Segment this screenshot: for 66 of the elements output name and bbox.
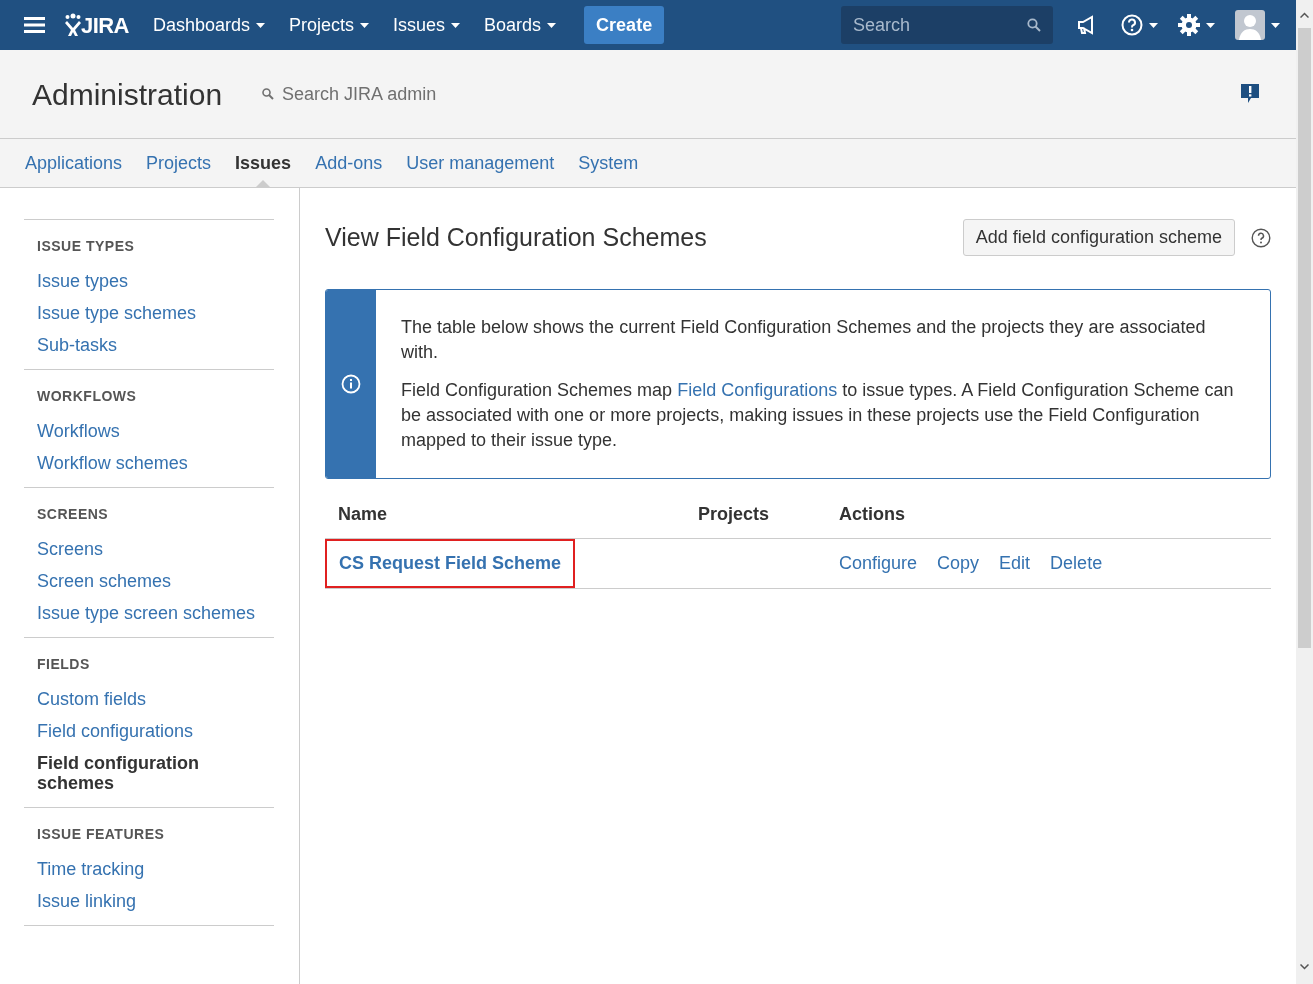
sidebar-heading: ISSUE TYPES <box>36 237 136 256</box>
sidebar-item[interactable]: Screens <box>24 533 274 565</box>
admin-tab[interactable]: Projects <box>134 139 224 187</box>
search-input[interactable]: Search <box>853 11 1027 39</box>
sidebar-item[interactable]: Sub-tasks <box>24 329 274 361</box>
field-configurations-link[interactable]: Field Configurations <box>677 379 838 400</box>
column-header: Name <box>338 503 388 524</box>
settings-icon[interactable] <box>1178 14 1200 36</box>
admin-tab[interactable]: Issues <box>223 139 304 187</box>
menu-icon[interactable] <box>24 17 45 33</box>
page-heading: Administration <box>32 76 223 113</box>
admin-tab[interactable]: Applications <box>13 139 135 187</box>
info-text: Field Configuration Schemes map Field Configurations to issue types. A Field Configuration Scheme can be associated with one or more projects, making issues in these projects use the Field Configuration mapped to their issue type. <box>401 378 1235 452</box>
admin-tab[interactable]: System <box>566 139 651 187</box>
admin-tab[interactable]: Add-ons <box>303 139 395 187</box>
feedback-icon[interactable] <box>1240 83 1260 105</box>
sidebar-item[interactable]: Field configurations <box>24 715 274 747</box>
admin-search-field[interactable]: Search JIRA admin <box>282 80 523 108</box>
help-icon[interactable] <box>1251 227 1271 248</box>
scrollbar-thumb[interactable] <box>1298 28 1311 648</box>
nav-menu[interactable]: Boards <box>472 0 569 50</box>
sidebar-item[interactable]: Issue type screen schemes <box>24 597 274 629</box>
search-icon <box>1027 18 1041 32</box>
nav-menu[interactable]: Dashboards <box>140 0 277 50</box>
sidebar-item[interactable]: Workflows <box>24 415 274 447</box>
search-icon <box>262 88 275 100</box>
info-text: The table below shows the current Field Configuration Schemes and the projects they are associated with. <box>401 315 1207 364</box>
logo-text[interactable]: JIRA <box>81 8 129 42</box>
sidebar-item[interactable]: Issue linking <box>24 885 274 917</box>
nav-menu[interactable]: Issues <box>381 0 473 50</box>
caret-icon <box>360 22 370 28</box>
sidebar-item[interactable]: Workflow schemes <box>24 447 274 479</box>
action-link[interactable]: Delete <box>1050 549 1103 577</box>
sidebar-heading: FIELDS <box>36 655 91 674</box>
info-icon <box>341 373 361 394</box>
caret-icon <box>1206 22 1215 28</box>
scroll-up-icon[interactable] <box>1300 12 1309 18</box>
logo-icon <box>65 13 81 37</box>
sidebar-item[interactable]: Issue types <box>24 265 274 297</box>
scheme-name-link[interactable]: CS Request Field Scheme <box>325 538 576 588</box>
caret-icon <box>451 22 461 28</box>
action-link[interactable]: Configure <box>839 549 918 577</box>
column-header: Actions <box>839 503 905 524</box>
sidebar-heading: WORKFLOWS <box>36 387 138 406</box>
action-link[interactable]: Copy <box>937 549 980 577</box>
sidebar-heading: SCREENS <box>36 505 110 524</box>
scrollbar[interactable] <box>1296 0 1313 984</box>
sidebar-item[interactable]: Time tracking <box>24 853 274 885</box>
caret-icon <box>1149 22 1158 28</box>
action-link[interactable]: Edit <box>999 549 1031 577</box>
caret-icon <box>256 22 265 28</box>
sidebar-item[interactable]: Field configuration schemes <box>24 747 274 799</box>
add-scheme-button[interactable]: Add field configuration scheme <box>962 219 1235 257</box>
search-field[interactable]: Search <box>841 6 1053 44</box>
scroll-down-icon[interactable] <box>1300 964 1309 970</box>
nav-menu[interactable]: Projects <box>277 0 382 50</box>
admin-tab[interactable]: User management <box>394 139 567 187</box>
caret-icon <box>1271 22 1280 28</box>
sidebar-heading: ISSUE FEATURES <box>36 825 166 844</box>
sidebar-item[interactable]: Screen schemes <box>24 565 274 597</box>
caret-icon <box>547 22 557 28</box>
section-title: View Field Configuration Schemes <box>325 222 707 253</box>
sidebar-item[interactable]: Custom fields <box>24 683 274 715</box>
sidebar-item[interactable]: Issue type schemes <box>24 297 274 329</box>
create-button[interactable]: Create <box>584 6 665 44</box>
column-header: Projects <box>698 503 770 524</box>
